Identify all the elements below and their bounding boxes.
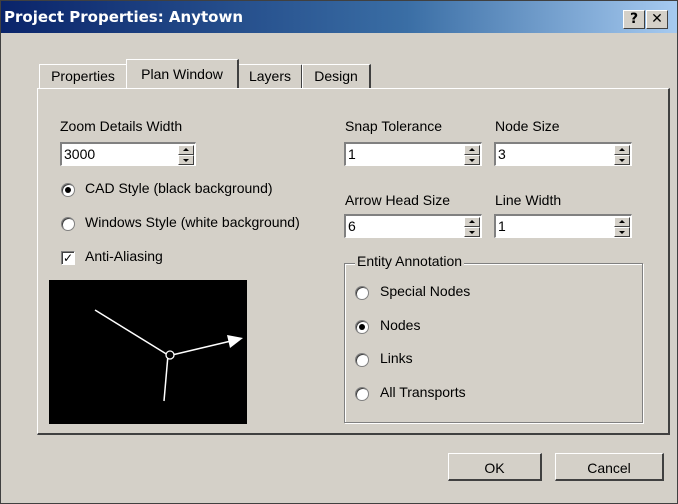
anti-aliasing-label: Anti-Aliasing: [85, 248, 163, 264]
spin-down-icon[interactable]: [614, 227, 630, 237]
special-nodes-label: Special Nodes: [380, 283, 471, 299]
tab-design[interactable]: Design: [302, 64, 371, 88]
nodes-radio[interactable]: [355, 320, 369, 334]
cad-style-label: CAD Style (black background): [85, 180, 273, 196]
ok-button-label: OK: [484, 460, 505, 476]
anti-aliasing-checkbox[interactable]: ✓: [61, 251, 75, 265]
spin-up-icon[interactable]: [614, 145, 630, 155]
tab-label: Properties: [51, 68, 115, 84]
snap-tolerance-label: Snap Tolerance: [345, 118, 443, 134]
spin-up-icon[interactable]: [464, 217, 480, 227]
node-size-value: 3: [498, 146, 506, 162]
line-width-label: Line Width: [495, 192, 562, 208]
snap-tolerance-spinner[interactable]: 1: [344, 142, 482, 166]
help-button[interactable]: ?: [623, 10, 645, 29]
node-size-spinner[interactable]: 3: [494, 142, 632, 166]
cad-style-radio[interactable]: [61, 183, 75, 197]
arrow-head-size-value: 6: [348, 218, 356, 234]
tab-label: Layers: [248, 68, 292, 84]
spin-down-icon[interactable]: [178, 155, 194, 165]
tab-layers[interactable]: Layers: [238, 64, 303, 88]
entity-annotation-title: Entity Annotation: [355, 253, 465, 269]
windows-style-radio[interactable]: [61, 217, 75, 231]
line-preview: [49, 280, 247, 424]
window-title: Project Properties: Anytown: [4, 8, 244, 26]
tab-label: Plan Window: [141, 66, 223, 82]
arrow-head-size-label: Arrow Head Size: [345, 192, 451, 208]
arrow-head-size-spinner[interactable]: 6: [344, 214, 482, 238]
spin-up-icon[interactable]: [178, 145, 194, 155]
tab-label: Design: [314, 68, 358, 84]
spin-up-icon[interactable]: [614, 217, 630, 227]
preview-link-line: [94, 309, 169, 356]
cancel-button[interactable]: Cancel: [555, 453, 664, 481]
spin-up-icon[interactable]: [464, 145, 480, 155]
cancel-button-label: Cancel: [587, 460, 631, 476]
zoom-details-width-value: 3000: [64, 146, 96, 162]
project-properties-dialog: Project Properties: Anytown ? ✕ Properti…: [0, 0, 678, 504]
snap-tolerance-value: 1: [348, 146, 356, 162]
preview-link-line: [163, 354, 169, 402]
spin-down-icon[interactable]: [464, 155, 480, 165]
title-bar[interactable]: Project Properties: Anytown ? ✕: [1, 1, 677, 33]
line-width-spinner[interactable]: 1: [494, 214, 632, 238]
links-label: Links: [380, 350, 413, 366]
all-transports-radio[interactable]: [355, 387, 369, 401]
nodes-label: Nodes: [380, 317, 421, 333]
all-transports-label: All Transports: [380, 384, 466, 400]
close-button[interactable]: ✕: [646, 10, 668, 29]
windows-style-label: Windows Style (white background): [85, 214, 300, 230]
node-size-label: Node Size: [495, 118, 560, 134]
spin-down-icon[interactable]: [614, 155, 630, 165]
tab-plan-window[interactable]: Plan Window: [126, 59, 239, 88]
preview-arrow-line: [171, 340, 232, 356]
line-width-value: 1: [498, 218, 506, 234]
close-icon: ✕: [651, 11, 663, 27]
node-circle-icon: [165, 350, 175, 360]
spin-down-icon[interactable]: [464, 227, 480, 237]
tab-properties[interactable]: Properties: [39, 64, 128, 88]
zoom-details-width-label: Zoom Details Width: [60, 118, 183, 134]
ok-button[interactable]: OK: [448, 453, 542, 481]
zoom-details-width-spinner[interactable]: 3000: [60, 142, 196, 166]
checkmark-icon: ✓: [62, 251, 74, 265]
links-radio[interactable]: [355, 353, 369, 367]
help-icon: ?: [629, 11, 639, 27]
special-nodes-radio[interactable]: [355, 286, 369, 300]
preview-graphic: [94, 309, 243, 402]
arrow-head-icon: [227, 335, 243, 348]
